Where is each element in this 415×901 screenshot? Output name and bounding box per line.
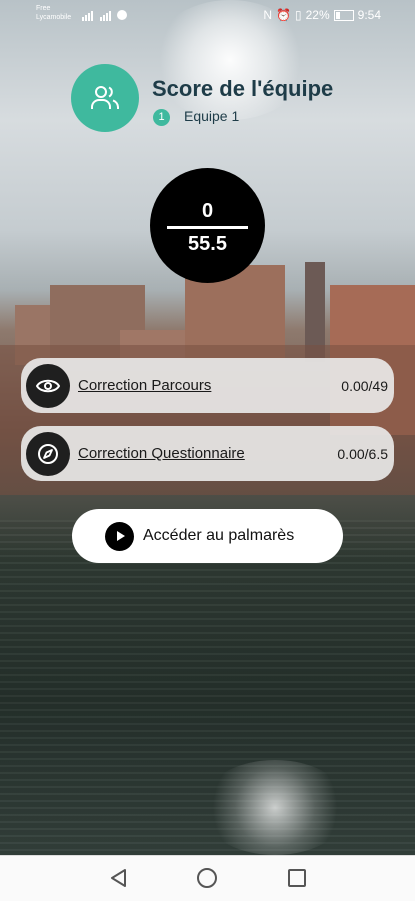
team-avatar: [71, 64, 139, 132]
correction-parcours-card[interactable]: Correction Parcours 0.00/49: [21, 358, 394, 413]
correction-parcours-link[interactable]: Correction Parcours: [78, 377, 341, 394]
score-max: 55.5: [188, 233, 227, 255]
recent-apps-icon[interactable]: [288, 869, 306, 887]
clock: 9:54: [357, 8, 381, 22]
users-icon: [91, 86, 119, 109]
status-right-group: N ⏰ ▯ 22% 9:54: [263, 8, 381, 22]
play-icon: [105, 521, 134, 551]
compass-icon: [26, 431, 70, 476]
battery-icon: [333, 9, 354, 21]
alarm-icon: ⏰: [276, 8, 291, 22]
signal-icons: [82, 9, 134, 24]
page-title: Score de l'équipe: [152, 76, 334, 101]
battery-percent: 22%: [305, 8, 330, 22]
nfc-icon: N: [263, 8, 273, 22]
correction-questionnaire-link[interactable]: Correction Questionnaire: [78, 445, 337, 462]
correction-questionnaire-score: 0.00/6.5: [337, 445, 388, 462]
status-bar: Free Lycamobile N ⏰ ▯ 22% 9:54: [0, 0, 415, 30]
home-icon[interactable]: [197, 868, 217, 888]
carrier-label: Free Lycamobile: [36, 4, 71, 22]
team-number-badge: 1: [153, 109, 170, 126]
fraction-divider: [167, 226, 248, 229]
score-display: 0 55.5: [150, 168, 265, 283]
hall-of-fame-button[interactable]: Accéder au palmarès: [72, 509, 343, 563]
water-reflection: [200, 760, 350, 855]
correction-parcours-score: 0.00/49: [341, 377, 388, 394]
hall-of-fame-label: Accéder au palmarès: [143, 527, 295, 544]
eye-icon: [26, 363, 70, 408]
back-icon[interactable]: [110, 869, 128, 887]
carrier-name: Free: [36, 5, 51, 12]
score-value: 0: [201, 200, 214, 222]
team-name: Equipe 1: [184, 108, 240, 124]
signal-icon: [82, 10, 127, 21]
navigation-bar: [0, 855, 415, 901]
carrier-name-secondary: Lycamobile: [36, 14, 72, 21]
vibrate-icon: ▯: [295, 8, 302, 22]
correction-questionnaire-card[interactable]: Correction Questionnaire 0.00/6.5: [21, 426, 394, 481]
